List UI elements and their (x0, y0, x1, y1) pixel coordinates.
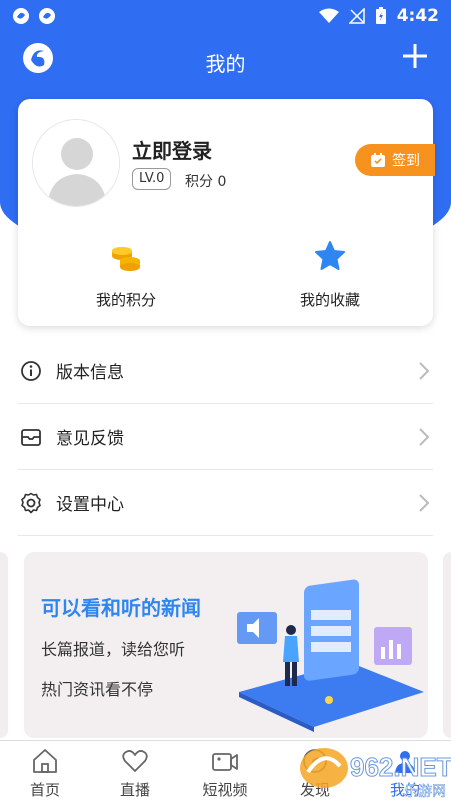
watermark-subtext: 乐游网 (404, 784, 446, 800)
coins-icon (112, 247, 140, 271)
banner-subtitle: 热门资讯看不停 (41, 680, 154, 699)
menu-item-version-info[interactable]: 版本信息 (18, 338, 433, 404)
banner-next-peek[interactable] (443, 552, 451, 738)
watermark-text: 962.NET (350, 752, 451, 782)
my-points-button[interactable]: 我的积分 (46, 239, 206, 311)
menu-item-label: 意见反馈 (56, 429, 124, 449)
battery-charging-icon (375, 7, 386, 24)
add-plus-icon[interactable] (401, 42, 429, 70)
my-points-label: 我的积分 (95, 291, 156, 309)
feedback-mail-icon (21, 428, 41, 446)
status-bar: 4:42 (0, 0, 451, 32)
watermark-logo-icon: 962.NET 乐游网 (300, 748, 451, 800)
status-notifications (12, 7, 56, 25)
no-signal-icon (348, 8, 365, 24)
my-favorites-button[interactable]: 我的收藏 (250, 239, 410, 311)
banner-subtitle: 长篇报道，读给您听 (41, 640, 186, 659)
info-icon (21, 360, 41, 381)
tab-short-video[interactable]: 短视频 (185, 747, 265, 800)
heart-icon (122, 750, 148, 772)
level-badge: LV.0 (132, 168, 172, 190)
status-indicators: 4:42 (318, 6, 439, 26)
chevron-right-icon (419, 362, 430, 380)
page-title: 我的 (205, 52, 246, 76)
tab-home[interactable]: 首页 (5, 747, 85, 800)
menu-item-label: 版本信息 (56, 363, 124, 383)
calendar-icon (371, 153, 385, 167)
default-avatar-icon (33, 120, 119, 206)
tab-label: 短视频 (202, 781, 248, 799)
sign-in-label: 签到 (392, 153, 420, 169)
news-listening-illustration-icon (237, 579, 424, 732)
star-icon (315, 241, 345, 270)
points-count: 积分 0 (185, 174, 227, 190)
wifi-icon (318, 8, 339, 23)
profile-card: 立即登录 LV.0 积分 0 签到 我的积分 我的收藏 (18, 99, 435, 326)
promo-banner[interactable]: 可以看和听的新闻 长篇报道，读给您听 热门资讯看不停 (24, 552, 428, 738)
login-link[interactable]: 立即登录 (132, 135, 212, 164)
menu-item-feedback[interactable]: 意见反馈 (18, 404, 433, 470)
app-notification-icon (39, 8, 55, 24)
sign-in-button[interactable]: 签到 (355, 144, 435, 176)
tab-label: 直播 (119, 781, 150, 799)
tab-label: 首页 (29, 781, 60, 799)
status-time: 4:42 (396, 6, 439, 26)
banner-prev-peek[interactable] (0, 552, 8, 738)
gear-icon (21, 492, 41, 513)
menu-item-label: 设置中心 (56, 495, 124, 515)
home-icon (33, 749, 57, 773)
app-notification-icon (13, 8, 29, 24)
settings-menu: 版本信息 意见反馈 设置中心 (18, 338, 433, 536)
video-icon (212, 753, 238, 771)
avatar[interactable] (32, 119, 120, 207)
tab-live[interactable]: 直播 (95, 747, 175, 800)
top-nav: 我的 (0, 38, 451, 84)
chevron-right-icon (419, 494, 430, 512)
chevron-right-icon (419, 428, 430, 446)
my-favorites-label: 我的收藏 (299, 291, 360, 309)
banner-title: 可以看和听的新闻 (41, 596, 201, 620)
menu-item-settings[interactable]: 设置中心 (18, 470, 433, 536)
